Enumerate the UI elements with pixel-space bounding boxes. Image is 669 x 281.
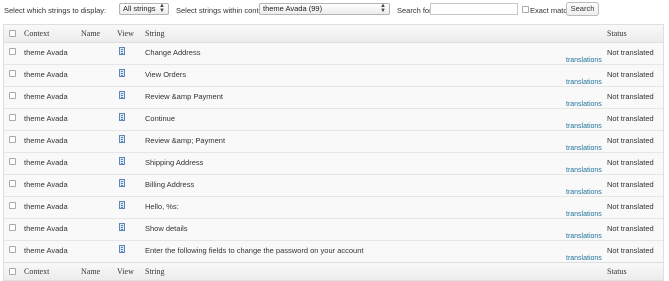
column-status: Status <box>607 29 627 38</box>
translations-link[interactable]: translations <box>566 101 602 108</box>
table-row: theme Avada Shipping Address translation… <box>4 153 663 175</box>
row-status: Not translated <box>607 246 654 255</box>
translations-link[interactable]: translations <box>566 233 602 240</box>
row-context: theme Avada <box>24 158 68 167</box>
translations-link[interactable]: translations <box>566 79 602 86</box>
row-checkbox[interactable] <box>9 114 16 121</box>
column-string[interactable]: String <box>145 29 165 38</box>
document-icon[interactable] <box>119 135 125 143</box>
row-string: Review &amp Payment <box>145 92 223 101</box>
row-string: Continue <box>145 114 176 123</box>
row-checkbox[interactable] <box>9 246 16 253</box>
updown-arrow-icon: ▲ ▼ <box>380 3 386 14</box>
row-status: Not translated <box>607 202 654 211</box>
row-checkbox[interactable] <box>9 70 16 77</box>
row-string: Enter the following fields to change the… <box>145 246 364 255</box>
search-label: Search for: <box>397 6 434 15</box>
row-string: Shipping Address <box>145 158 204 167</box>
row-status: Not translated <box>607 224 654 233</box>
translations-link[interactable]: translations <box>566 123 602 130</box>
table-row: theme Avada Review &amp; Payment transla… <box>4 131 663 153</box>
translations-link[interactable]: translations <box>566 211 602 218</box>
table-row: theme Avada Enter the following fields t… <box>4 241 663 262</box>
document-icon[interactable] <box>119 113 125 121</box>
document-icon[interactable] <box>119 223 125 231</box>
context-select[interactable]: theme Avada (99) ▲ ▼ <box>259 3 390 15</box>
row-checkbox[interactable] <box>9 48 16 55</box>
updown-arrow-icon: ▲ ▼ <box>159 3 165 14</box>
row-context: theme Avada <box>24 114 68 123</box>
row-status: Not translated <box>607 158 654 167</box>
row-context: theme Avada <box>24 246 68 255</box>
row-string: Change Address <box>145 48 201 57</box>
table-footer: Context Name View String Status <box>4 262 663 280</box>
row-checkbox[interactable] <box>9 158 16 165</box>
row-checkbox[interactable] <box>9 92 16 99</box>
row-context: theme Avada <box>24 92 68 101</box>
table-row: theme Avada Change Address translations … <box>4 43 663 65</box>
column-context[interactable]: Context <box>24 29 49 38</box>
table-row: theme Avada Show details translations No… <box>4 219 663 241</box>
select-all-checkbox[interactable] <box>9 30 16 37</box>
row-status: Not translated <box>607 48 654 57</box>
display-select[interactable]: All strings ▲ ▼ <box>119 3 169 15</box>
row-status: Not translated <box>607 180 654 189</box>
row-context: theme Avada <box>24 70 68 79</box>
translations-link[interactable]: translations <box>566 167 602 174</box>
row-checkbox[interactable] <box>9 224 16 231</box>
column-name[interactable]: Name <box>81 29 100 38</box>
row-context: theme Avada <box>24 224 68 233</box>
translations-link[interactable]: translations <box>566 189 602 196</box>
column-view: View <box>117 29 134 38</box>
strings-table: Context Name View String Status theme Av… <box>3 24 664 281</box>
row-context: theme Avada <box>24 202 68 211</box>
row-status: Not translated <box>607 70 654 79</box>
row-string: Billing Address <box>145 180 195 189</box>
row-status: Not translated <box>607 136 654 145</box>
table-row: theme Avada Hello, %s: translations Not … <box>4 197 663 219</box>
context-select-value: theme Avada (99) <box>263 4 323 13</box>
display-filter-label: Select which strings to display: <box>4 6 107 15</box>
translations-link[interactable]: translations <box>566 57 602 64</box>
table-row: theme Avada View Orders translations Not… <box>4 65 663 87</box>
document-icon[interactable] <box>119 245 125 253</box>
document-icon[interactable] <box>119 179 125 187</box>
document-icon[interactable] <box>119 91 125 99</box>
translations-link[interactable]: translations <box>566 145 602 152</box>
row-context: theme Avada <box>24 136 68 145</box>
row-checkbox[interactable] <box>9 202 16 209</box>
row-string: View Orders <box>145 70 187 79</box>
filter-bar: Select which strings to display: All str… <box>0 0 669 22</box>
row-string: Show details <box>145 224 188 233</box>
table-row: theme Avada Billing Address translations… <box>4 175 663 197</box>
row-string: Review &amp; Payment <box>145 136 226 145</box>
translations-link[interactable]: translations <box>566 255 602 262</box>
table-header: Context Name View String Status <box>4 25 663 43</box>
document-icon[interactable] <box>119 201 125 209</box>
table-body: theme Avada Change Address translations … <box>4 43 663 262</box>
context-filter-label: Select strings within context: <box>176 6 271 15</box>
display-select-value: All strings <box>123 4 156 13</box>
document-icon[interactable] <box>119 157 125 165</box>
exact-match-checkbox[interactable] <box>522 6 529 13</box>
row-context: theme Avada <box>24 48 68 57</box>
search-input[interactable] <box>430 3 518 15</box>
document-icon[interactable] <box>119 47 125 55</box>
table-row: theme Avada Review &amp Payment translat… <box>4 87 663 109</box>
row-checkbox[interactable] <box>9 180 16 187</box>
row-status: Not translated <box>607 114 654 123</box>
table-row: theme Avada Continue translations Not tr… <box>4 109 663 131</box>
row-string: Hello, %s: <box>145 202 179 211</box>
search-button[interactable]: Search <box>566 2 599 16</box>
row-context: theme Avada <box>24 180 68 189</box>
document-icon[interactable] <box>119 69 125 77</box>
row-checkbox[interactable] <box>9 136 16 143</box>
row-status: Not translated <box>607 92 654 101</box>
